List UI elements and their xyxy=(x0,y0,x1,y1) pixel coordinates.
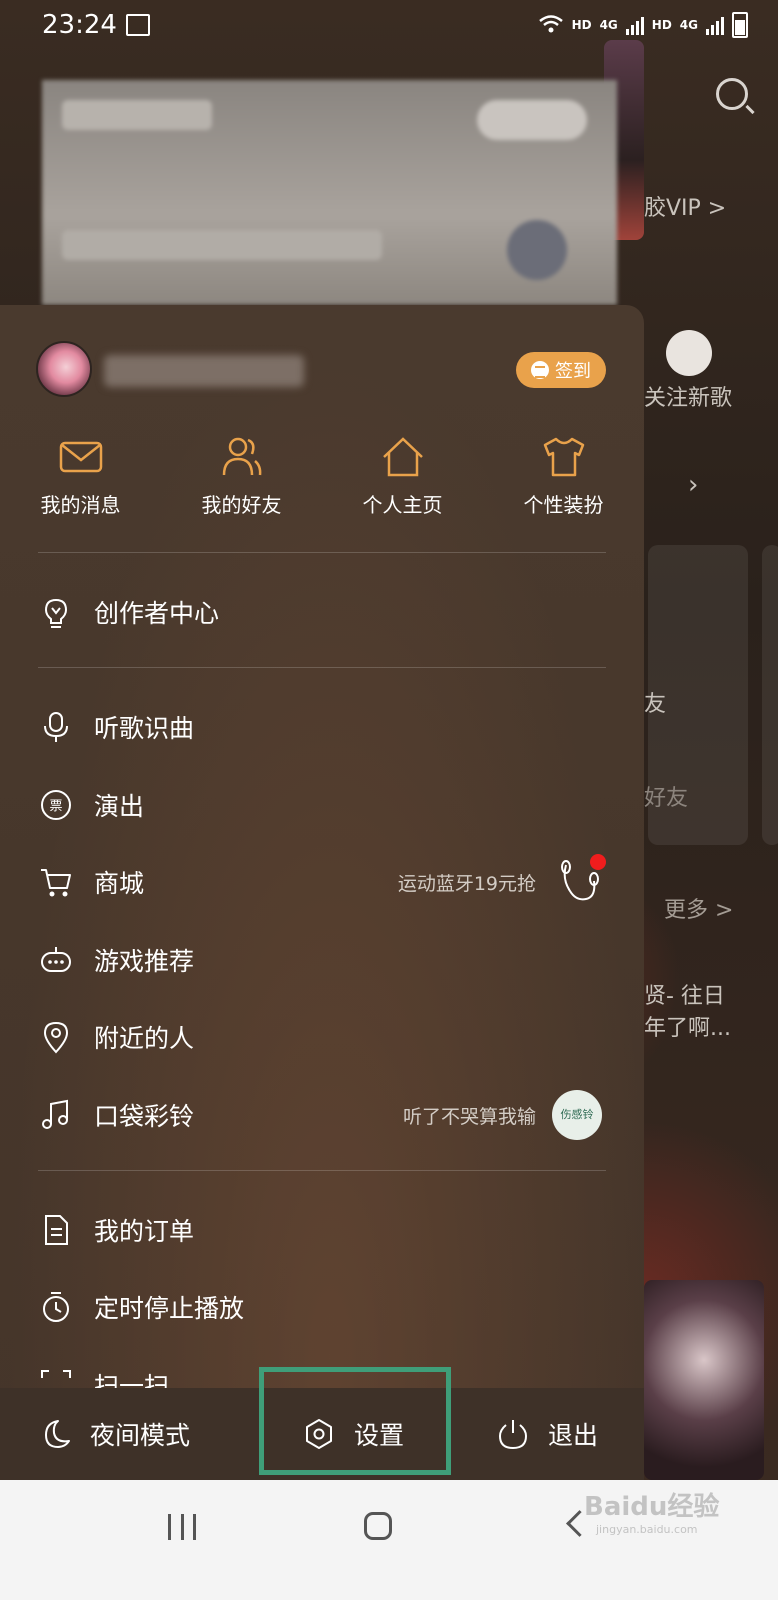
menu-sleep-timer[interactable]: 定时停止播放 xyxy=(0,1277,644,1337)
document-icon xyxy=(38,1212,74,1248)
bg-card xyxy=(762,545,778,845)
follow-text: 关注新歌 xyxy=(644,386,733,411)
quick-action-label: 我的好友 xyxy=(201,493,282,517)
ringtone-thumbnail: 伤感铃 xyxy=(552,1090,602,1140)
battery-icon xyxy=(732,12,748,38)
menu-label: 创作者中心 xyxy=(94,599,220,628)
menu-label: 附近的人 xyxy=(94,1024,195,1053)
microphone-icon xyxy=(38,709,74,745)
quick-action-label: 我的消息 xyxy=(40,493,121,517)
home-icon xyxy=(382,437,423,477)
network-type: 4G xyxy=(679,18,698,32)
divider xyxy=(38,1170,606,1171)
mail-icon xyxy=(59,441,102,473)
logout-button[interactable]: 退出 xyxy=(496,1388,598,1480)
menu-label: 演出 xyxy=(94,792,145,821)
divider xyxy=(38,667,606,668)
tshirt-icon xyxy=(543,437,584,477)
music-note-icon xyxy=(38,1097,74,1133)
signal-icon xyxy=(625,15,644,35)
menu-creator-center[interactable]: 创作者中心 xyxy=(0,582,644,642)
signal-icon xyxy=(706,15,724,35)
quick-action-label: 个人主页 xyxy=(362,493,443,517)
watermark-brand: Baidu经验 xyxy=(584,1492,720,1522)
quick-action-messages[interactable]: 我的消息 xyxy=(0,435,161,525)
side-drawer: 签到 我的消息 我的好友 个人主页 个性装扮 创作者中心 听歌识曲 票 演出 商… xyxy=(0,305,644,1480)
location-pin-icon xyxy=(38,1019,74,1055)
username-blurred[interactable] xyxy=(104,355,304,387)
friend-text: 友 xyxy=(644,692,667,717)
network-label: HD xyxy=(571,18,592,32)
quick-action-homepage[interactable]: 个人主页 xyxy=(322,435,483,525)
song-subtitle: 年了啊... xyxy=(644,1016,731,1041)
quick-action-friends[interactable]: 我的好友 xyxy=(161,435,322,525)
menu-label: 我的订单 xyxy=(94,1217,195,1246)
menu-game-recommend[interactable]: 游戏推荐 xyxy=(0,930,644,990)
ringtone-promo: 听了不哭算我输 xyxy=(402,1105,536,1128)
menu-pocket-ringtone[interactable]: 口袋彩铃 听了不哭算我输 伤感铃 xyxy=(0,1085,644,1145)
image-icon xyxy=(126,14,150,36)
menu-nearby-people[interactable]: 附近的人 xyxy=(0,1007,644,1067)
home-button-icon[interactable] xyxy=(364,1512,392,1540)
baidu-watermark: Baidu经验 jingyan.baidu.com xyxy=(584,1486,719,1536)
logout-label: 退出 xyxy=(548,1421,599,1450)
ticket-icon: 票 xyxy=(38,787,74,823)
clock: 23:24 xyxy=(42,10,117,40)
wifi-icon xyxy=(538,14,564,37)
store-promo: 运动蓝牙19元抢 xyxy=(397,872,536,895)
menu-store[interactable]: 商城 运动蓝牙19元抢 xyxy=(0,852,644,912)
quick-actions: 我的消息 我的好友 个人主页 个性装扮 xyxy=(0,435,644,525)
lightbulb-icon xyxy=(38,594,74,630)
avatar[interactable] xyxy=(36,341,92,397)
signin-button[interactable]: 签到 xyxy=(516,352,606,388)
timer-icon xyxy=(38,1289,74,1325)
settings-highlight-box xyxy=(259,1367,451,1475)
menu-label: 游戏推荐 xyxy=(94,947,195,976)
menu-song-recognition[interactable]: 听歌识曲 xyxy=(0,697,644,757)
blurred-banner xyxy=(42,80,617,305)
friend-text-2: 好友 xyxy=(644,786,689,811)
artist-avatar xyxy=(666,330,712,376)
signin-label: 签到 xyxy=(555,361,591,382)
recents-icon[interactable] xyxy=(168,1514,196,1540)
menu-label: 定时停止播放 xyxy=(94,1294,245,1323)
search-icon[interactable] xyxy=(716,78,748,110)
divider xyxy=(38,552,606,553)
power-icon xyxy=(498,1420,528,1450)
watermark-url: jingyan.baidu.com xyxy=(596,1523,698,1536)
menu-label: 口袋彩铃 xyxy=(94,1102,195,1131)
coin-icon xyxy=(531,361,549,379)
gamepad-icon xyxy=(38,942,74,978)
menu-my-orders[interactable]: 我的订单 xyxy=(0,1200,644,1260)
menu-shows[interactable]: 票 演出 xyxy=(0,775,644,835)
chevron-right-icon: › xyxy=(688,470,699,500)
status-bar: 23:24 HD 4G HD 4G xyxy=(0,0,778,50)
menu-label: 听歌识曲 xyxy=(94,714,195,743)
notification-dot xyxy=(590,854,606,870)
network-type: 4G xyxy=(599,18,618,32)
friends-icon xyxy=(222,437,261,476)
quick-action-label: 个性装扮 xyxy=(523,493,604,517)
svg-text:票: 票 xyxy=(49,799,62,814)
song-title: 贤- 往日 xyxy=(644,984,725,1009)
vip-text: 胶VIP > xyxy=(644,196,727,221)
night-mode-button[interactable]: 夜间模式 xyxy=(38,1388,190,1480)
anime-art xyxy=(644,1280,764,1480)
quick-action-theme[interactable]: 个性装扮 xyxy=(483,435,644,525)
moon-icon xyxy=(45,1420,70,1448)
night-mode-label: 夜间模式 xyxy=(90,1421,191,1450)
user-header[interactable]: 签到 xyxy=(36,341,606,397)
menu-label: 商城 xyxy=(94,869,145,898)
more-link[interactable]: 更多 > xyxy=(664,892,733,924)
network-label: HD xyxy=(651,18,672,32)
cart-icon xyxy=(38,864,74,900)
